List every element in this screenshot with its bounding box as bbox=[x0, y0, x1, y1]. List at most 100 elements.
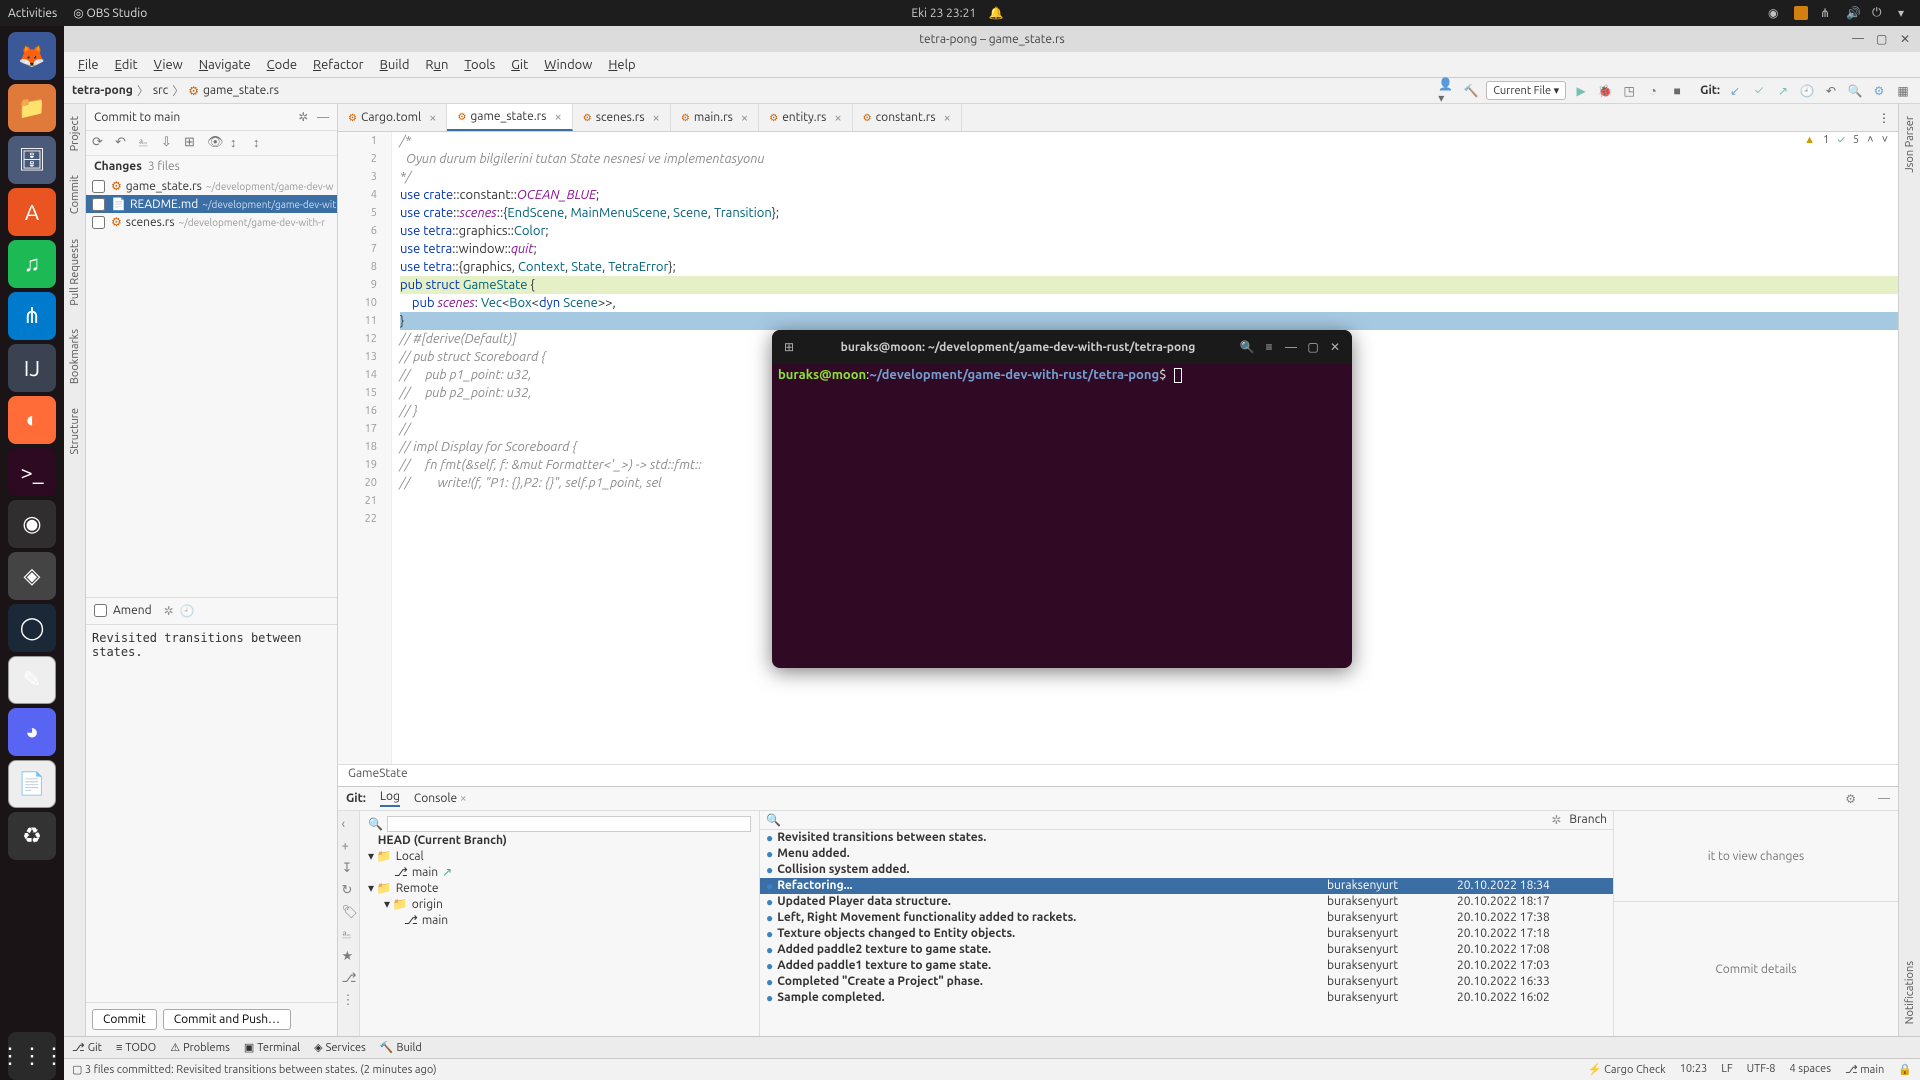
tw-project[interactable]: Project bbox=[67, 104, 83, 163]
tab-cargo[interactable]: ⚙Cargo.toml× bbox=[338, 104, 447, 131]
log-row[interactable]: ●Refactoring...buraksenyurt20.10.2022 18… bbox=[760, 878, 1613, 894]
menu-refactor[interactable]: Refactor bbox=[305, 58, 372, 72]
launcher-vscode[interactable]: ⋔ bbox=[8, 292, 56, 340]
vcs-rollback-icon[interactable]: ↶ bbox=[1822, 82, 1840, 100]
profile-icon[interactable]: ◔ bbox=[1644, 82, 1662, 100]
plus-icon[interactable]: + bbox=[342, 839, 356, 853]
close-icon[interactable]: × bbox=[944, 111, 951, 125]
gear-icon[interactable]: ✲ bbox=[298, 111, 308, 124]
close-icon[interactable]: × bbox=[554, 110, 561, 124]
launcher-steam[interactable]: ◯ bbox=[8, 604, 56, 652]
search-icon[interactable]: 🔍 bbox=[1236, 336, 1258, 358]
group-icon[interactable]: ⊞ bbox=[184, 135, 200, 151]
branch-origin-main[interactable]: ⎇ main bbox=[364, 912, 755, 928]
status-cargo[interactable]: ⚡ Cargo Check bbox=[1588, 1063, 1666, 1076]
tw-json[interactable]: Json Parser bbox=[1902, 104, 1918, 185]
tw-problems[interactable]: ⚠ Problems bbox=[170, 1041, 230, 1054]
close-icon[interactable]: × bbox=[653, 111, 660, 125]
run-config-combo[interactable]: Current File ▾ bbox=[1486, 81, 1566, 100]
branch-local[interactable]: ▾ 📁 Local bbox=[364, 848, 755, 864]
change-checkbox[interactable] bbox=[92, 180, 105, 193]
tab-entity[interactable]: ⚙entity.rs× bbox=[759, 104, 852, 131]
tw-notifications[interactable]: Notifications bbox=[1902, 949, 1918, 1036]
branch-icon[interactable]: ⎇ bbox=[342, 971, 356, 985]
branch-remote[interactable]: ▾ 📁 Remote bbox=[364, 880, 755, 896]
close-icon[interactable]: × bbox=[834, 111, 841, 125]
tab-scenes[interactable]: ⚙scenes.rs× bbox=[573, 104, 671, 131]
launcher-files[interactable]: 📁 bbox=[8, 84, 56, 132]
launcher-text[interactable]: 📄 bbox=[8, 760, 56, 808]
menu-file[interactable]: File bbox=[70, 58, 107, 72]
gear-icon[interactable]: ✲ bbox=[1551, 813, 1561, 827]
status-pos[interactable]: 10:23 bbox=[1680, 1063, 1708, 1076]
status-branch[interactable]: ⎇ main bbox=[1845, 1063, 1884, 1076]
minimize-icon[interactable]: — bbox=[1852, 32, 1866, 46]
branch-head[interactable]: HEAD (Current Branch) bbox=[364, 833, 755, 848]
log-row[interactable]: ●Left, Right Movement functionality adde… bbox=[760, 910, 1613, 926]
launcher-terminal[interactable]: >_ bbox=[8, 448, 56, 496]
crumb-folder[interactable]: src bbox=[153, 84, 168, 97]
menu-build[interactable]: Build bbox=[372, 58, 418, 72]
chevron-down-icon[interactable]: ˅ bbox=[1882, 134, 1888, 146]
launcher-firefox[interactable]: 🦊 bbox=[8, 32, 56, 80]
build-icon[interactable]: 🔨 bbox=[1462, 82, 1480, 100]
launcher-discord[interactable]: ◕ bbox=[8, 708, 56, 756]
change-checkbox[interactable] bbox=[92, 198, 105, 211]
tray-rec-icon[interactable]: ◉ bbox=[1768, 6, 1782, 20]
hide-icon[interactable]: — bbox=[1878, 792, 1890, 805]
maximize-icon[interactable]: ▢ bbox=[1302, 336, 1324, 358]
tw-commit[interactable]: Commit bbox=[67, 163, 83, 226]
bell-icon[interactable]: 🔔 bbox=[989, 7, 1004, 20]
vcs-update-icon[interactable]: ↙ bbox=[1726, 82, 1744, 100]
menu-window[interactable]: Window bbox=[536, 58, 600, 72]
terminal-body[interactable]: buraks@moon:~/development/game-dev-with-… bbox=[772, 364, 1352, 668]
search-icon[interactable]: 🔍 bbox=[1846, 82, 1864, 100]
log-row[interactable]: ●Menu added. bbox=[760, 846, 1613, 862]
vcs-history-icon[interactable]: 🕘 bbox=[1798, 82, 1816, 100]
gear-icon[interactable]: ⚙ bbox=[1845, 792, 1856, 806]
expand-icon[interactable]: ↕ bbox=[230, 135, 246, 151]
clock[interactable]: Eki 23 23:21 bbox=[911, 7, 976, 20]
launcher-postman[interactable]: ◐ bbox=[8, 396, 56, 444]
log-row[interactable]: ●Revisited transitions between states. bbox=[760, 830, 1613, 846]
close-icon[interactable]: ✕ bbox=[1900, 32, 1914, 46]
change-item[interactable]: ⚙ scenes.rs ~/development/game-dev-with-… bbox=[86, 213, 337, 231]
tray-volume-icon[interactable]: 🔊 bbox=[1846, 6, 1860, 20]
tabs-more-icon[interactable]: ⋮ bbox=[1870, 111, 1898, 125]
tray-net-icon[interactable]: ⋔ bbox=[1820, 6, 1834, 20]
tw-todo[interactable]: ≡ TODO bbox=[116, 1042, 156, 1054]
star-icon[interactable]: ★ bbox=[342, 949, 356, 963]
branch-filter[interactable] bbox=[387, 816, 751, 832]
launcher-apps[interactable]: ⋮⋮⋮ bbox=[8, 1032, 56, 1080]
log-filter[interactable] bbox=[781, 813, 1543, 827]
tw-pullreq[interactable]: Pull Requests bbox=[67, 227, 83, 318]
tab-main[interactable]: ⚙main.rs× bbox=[671, 104, 759, 131]
opts-icon[interactable]: ⋮ bbox=[342, 993, 356, 1007]
debug-icon[interactable]: 🐞 bbox=[1596, 82, 1614, 100]
back-icon[interactable]: ‹ bbox=[342, 817, 356, 831]
status-indent[interactable]: 4 spaces bbox=[1789, 1063, 1831, 1076]
commit-button[interactable]: Commit bbox=[92, 1009, 157, 1030]
launcher-spotify[interactable]: ♫ bbox=[8, 240, 56, 288]
launcher-toolbox[interactable]: ◈ bbox=[8, 552, 56, 600]
change-item[interactable]: ⚙ game_state.rs ~/development/game-dev-w bbox=[86, 177, 337, 195]
tw-build[interactable]: 🔨 Build bbox=[380, 1041, 422, 1054]
topbar-app[interactable]: ◎ OBS Studio bbox=[73, 6, 147, 20]
inspection-widget[interactable]: ▲1 ✓5 ˄ ˅ bbox=[1804, 134, 1888, 146]
log-row[interactable]: ●Texture objects changed to Entity objec… bbox=[760, 926, 1613, 942]
rollback-icon[interactable]: ↶ bbox=[115, 135, 131, 151]
launcher-intellij[interactable]: IJ bbox=[8, 344, 56, 392]
collapse-icon[interactable]: ↕ bbox=[253, 135, 269, 151]
ij-icon[interactable]: ▦ bbox=[1894, 82, 1912, 100]
vcs-commit-icon[interactable]: ✓ bbox=[1750, 82, 1768, 100]
chkout-icon[interactable]: ↧ bbox=[342, 861, 356, 875]
crumb-file[interactable]: game_state.rs bbox=[203, 84, 279, 97]
gear-icon[interactable]: ✲ bbox=[164, 604, 174, 618]
menu-code[interactable]: Code bbox=[259, 58, 305, 72]
status-lf[interactable]: LF bbox=[1721, 1063, 1732, 1076]
branch-main[interactable]: ⎇ main ↗ bbox=[364, 864, 755, 880]
col-branch[interactable]: Branch bbox=[1569, 813, 1607, 827]
change-item[interactable]: 📄 README.md ~/development/game-dev-wit bbox=[86, 195, 337, 213]
maximize-icon[interactable]: ▢ bbox=[1876, 32, 1890, 46]
launcher-filemgr[interactable]: 🗄 bbox=[8, 136, 56, 184]
